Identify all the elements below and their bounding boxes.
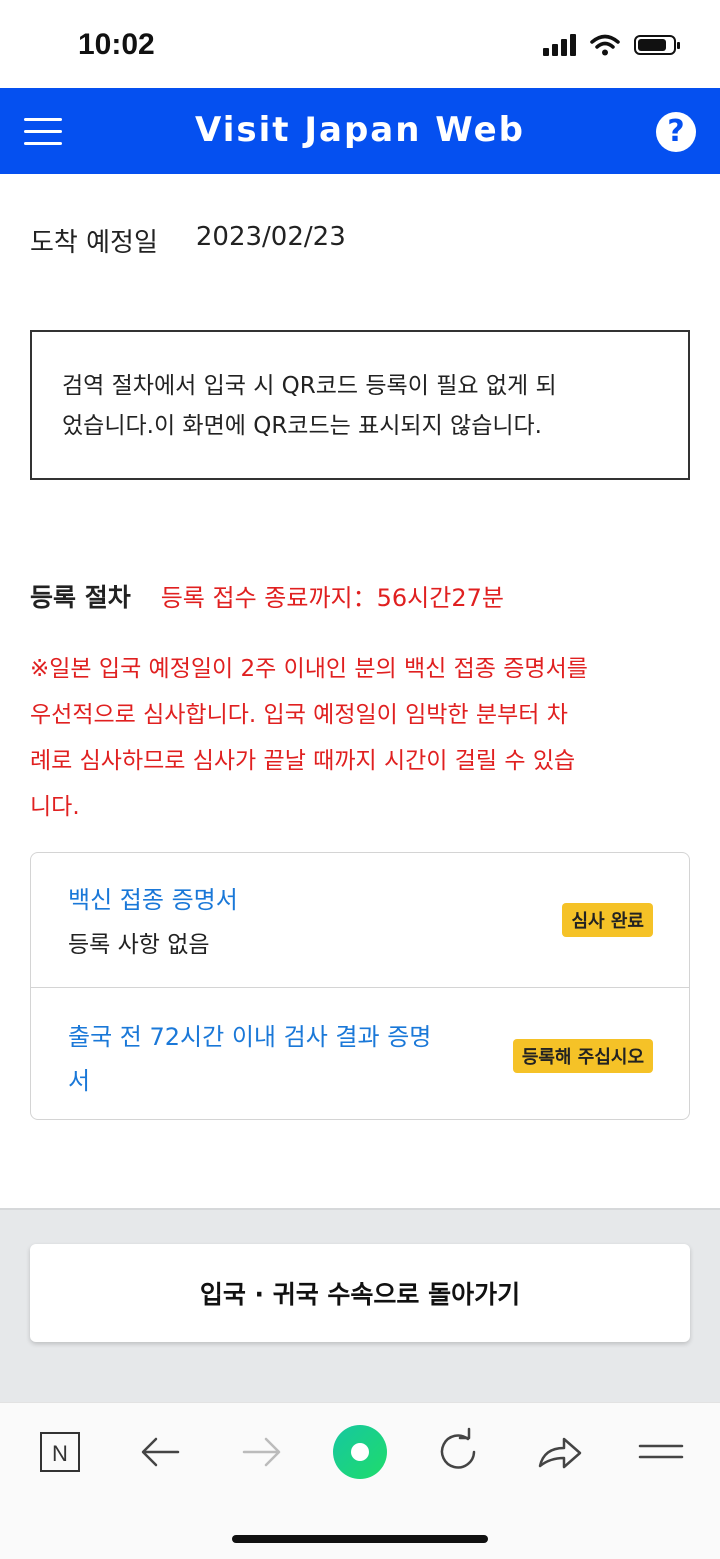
vaccine-certificate-link[interactable]: 백신 접종 증명서 (68, 881, 238, 919)
menu-icon[interactable] (634, 1421, 690, 1481)
registration-deadline: 등록 접수 종료까지：56시간27분 (160, 584, 504, 612)
naver-home-icon[interactable]: N (36, 1421, 92, 1481)
qr-notice-box: 검역 절차에서 입국 시 QR코드 등록이 필요 없게 되 었습니다.이 화면에… (30, 330, 690, 480)
forward-arrow-icon[interactable] (234, 1421, 290, 1481)
back-arrow-icon[interactable] (134, 1421, 190, 1481)
browser-nav-bar: N (0, 1402, 720, 1559)
registration-label: 등록 절차 (30, 583, 131, 612)
arrival-date-value: 2023/02/23 (195, 222, 346, 252)
warning-line: ※일본 입국 예정일이 2주 이내인 분의 백신 접종 증명서를 (30, 656, 588, 682)
warning-line: 우선적으로 심사합니다. 입국 예정일이 임박한 분부터 차 (30, 702, 568, 728)
status-time: 10:02 (78, 28, 155, 61)
share-icon[interactable] (532, 1421, 588, 1481)
status-bar: 10:02 (0, 0, 720, 88)
registration-header: 등록 절차 등록 접수 종료까지：56시간27분 (30, 578, 504, 614)
cellular-signal-icon (543, 34, 576, 56)
pcr-test-certificate-link[interactable]: 출국 전 72시간 이내 검사 결과 증명 서 (68, 1015, 498, 1103)
help-circle-icon[interactable]: ? (656, 112, 696, 152)
naver-home-label: N (52, 1441, 68, 1466)
back-to-procedures-button[interactable]: 입국 · 귀국 수속으로 돌아가기 (30, 1244, 690, 1342)
status-icons (543, 34, 680, 56)
app-header: Visit Japan Web ? (0, 88, 720, 174)
wifi-icon (590, 34, 620, 56)
notice-line: 었습니다.이 화면에 QR코드는 표시되지 않습니다. (62, 413, 542, 439)
home-indicator[interactable] (232, 1535, 488, 1543)
refresh-icon[interactable] (430, 1421, 486, 1481)
warning-line: 례로 심사하므로 심사가 끝날 때까지 시간이 걸릴 수 있습 (30, 748, 576, 774)
pcr-test-certificate-item[interactable]: 출국 전 72시간 이내 검사 결과 증명 서 등록해 주십시오 (31, 987, 689, 1121)
battery-icon (634, 35, 680, 55)
title-line: 출국 전 72시간 이내 검사 결과 증명 (68, 1023, 432, 1051)
arrival-date-row: 도착 예정일 2023/02/23 (30, 222, 346, 259)
arrival-date-label: 도착 예정일 (30, 228, 158, 258)
footer-area: 입국 · 귀국 수속으로 돌아가기 (0, 1208, 720, 1404)
title-line: 서 (68, 1067, 91, 1095)
warning-line: 니다. (30, 794, 80, 820)
priority-warning-text: ※일본 입국 예정일이 2주 이내인 분의 백신 접종 증명서를 우선적으로 심… (30, 646, 694, 830)
vaccine-certificate-status-text: 등록 사항 없음 (68, 932, 210, 958)
status-badge: 심사 완료 (562, 903, 653, 937)
notice-line: 검역 절차에서 입국 시 QR코드 등록이 필요 없게 되 (62, 373, 557, 399)
page-title: Visit Japan Web (195, 110, 525, 150)
vaccine-certificate-item[interactable]: 백신 접종 증명서 등록 사항 없음 심사 완료 (31, 853, 689, 988)
status-badge: 등록해 주십시오 (512, 1039, 653, 1073)
green-dot-icon[interactable] (330, 1421, 390, 1481)
registration-items-card: 백신 접종 증명서 등록 사항 없음 심사 완료 출국 전 72시간 이내 검사… (30, 852, 690, 1120)
